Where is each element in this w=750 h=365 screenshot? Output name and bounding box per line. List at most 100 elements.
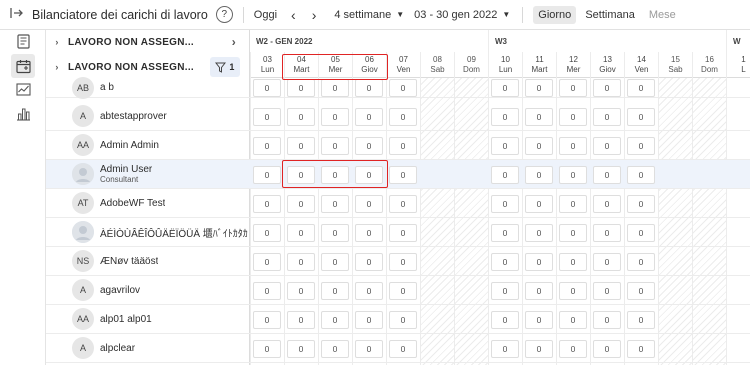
hours-cell[interactable]: 0 (491, 165, 519, 184)
hours-cell[interactable]: 0 (593, 107, 621, 126)
hours-cell[interactable]: 0 (389, 136, 417, 155)
view-month-button[interactable]: Mese (644, 6, 681, 24)
hours-cell[interactable]: 0 (491, 281, 519, 300)
user-cell[interactable]: NS ÆNøv tääöst (46, 247, 250, 275)
hours-cell[interactable]: 0 (525, 281, 553, 300)
hours-cell[interactable]: 0 (287, 79, 315, 97)
hours-cell[interactable]: 0 (389, 79, 417, 97)
user-row[interactable]: AA Admin Admin 0 0 0 0 0 0 0 0 0 0 (46, 131, 750, 160)
hours-cell[interactable]: 0 (389, 165, 417, 184)
user-row[interactable]: ÀÉÌÒÙÂÊÎÔÛÄËÏÖÜÄ 㙺ﾊﾞｲﾄｶﾀｶ 0 0 0 0 0 0 0 0 0 0 (46, 218, 750, 247)
chevron-right-icon[interactable]: › (232, 35, 236, 49)
hours-cell[interactable]: 0 (525, 310, 553, 329)
hours-cell[interactable]: 0 (627, 107, 655, 126)
hours-cell[interactable]: 0 (287, 252, 315, 271)
user-row[interactable]: Aalpclear 0 0 0 0 0 0 0 0 0 0 (46, 334, 750, 363)
user-cell[interactable]: AA Admin Admin (46, 131, 250, 159)
view-day-button[interactable]: Giorno (533, 5, 577, 24)
user-row[interactable]: NS ÆNøv tääöst 0 0 0 0 0 0 0 0 0 0 (46, 247, 750, 276)
hours-cell[interactable]: 0 (389, 310, 417, 329)
hours-cell[interactable]: 0 (559, 252, 587, 271)
hours-cell[interactable]: 0 (321, 136, 349, 155)
hours-cell[interactable]: 0 (253, 339, 281, 358)
hours-cell[interactable]: 0 (627, 223, 655, 242)
hours-cell[interactable]: 0 (627, 79, 655, 97)
next-icon[interactable]: › (312, 7, 317, 23)
hours-cell[interactable]: 0 (525, 107, 553, 126)
hours-cell[interactable]: 0 (287, 310, 315, 329)
hours-cell[interactable]: 0 (525, 136, 553, 155)
today-button[interactable]: Oggi (254, 9, 277, 21)
user-cell[interactable]: AA alp01 alp01 (46, 305, 250, 333)
hours-cell[interactable]: 0 (525, 339, 553, 358)
hours-cell[interactable]: 0 (389, 339, 417, 358)
hours-cell[interactable]: 0 (593, 252, 621, 271)
hours-cell[interactable]: 0 (355, 107, 383, 126)
hours-cell[interactable]: 0 (253, 136, 281, 155)
hours-cell[interactable]: 0 (627, 310, 655, 329)
hours-cell[interactable]: 0 (253, 281, 281, 300)
hours-cell[interactable]: 0 (355, 194, 383, 213)
hours-cell[interactable]: 0 (627, 281, 655, 300)
hours-cell[interactable]: 0 (627, 339, 655, 358)
hours-cell[interactable]: 0 (253, 194, 281, 213)
line-chart-icon[interactable] (14, 80, 32, 98)
hours-cell[interactable]: 0 (355, 136, 383, 155)
hours-cell[interactable]: 0 (253, 310, 281, 329)
previous-icon[interactable]: ‹ (291, 7, 296, 23)
hours-cell[interactable]: 0 (355, 281, 383, 300)
hours-cell[interactable]: 0 (491, 252, 519, 271)
unassigned-work-row[interactable]: › LAVORO NON ASSEGN... 1 (46, 55, 250, 79)
hours-cell[interactable]: 0 (253, 223, 281, 242)
user-row[interactable]: AB a b0000000000 (46, 76, 750, 99)
user-cell[interactable]: AB a b (46, 76, 250, 99)
calendar-icon[interactable] (11, 54, 35, 78)
hours-cell[interactable]: 0 (355, 252, 383, 271)
hours-cell[interactable]: 0 (491, 79, 519, 97)
hours-cell[interactable]: 0 (389, 223, 417, 242)
user-cell[interactable]: Aabtestapprover (46, 102, 250, 130)
hours-cell[interactable]: 0 (355, 339, 383, 358)
hours-cell[interactable]: 0 (525, 165, 553, 184)
hours-cell[interactable]: 0 (321, 281, 349, 300)
hours-cell[interactable]: 0 (593, 194, 621, 213)
filter-button[interactable]: 1 (210, 57, 240, 77)
chevron-right-icon[interactable]: › (46, 62, 68, 72)
hours-cell[interactable]: 0 (491, 194, 519, 213)
user-cell[interactable]: Aalpclear (46, 334, 250, 362)
hours-cell[interactable]: 0 (321, 310, 349, 329)
hours-cell[interactable]: 0 (525, 252, 553, 271)
hours-cell[interactable]: 0 (559, 339, 587, 358)
hours-cell[interactable]: 0 (253, 165, 281, 184)
hours-cell[interactable]: 0 (287, 136, 315, 155)
hours-cell[interactable]: 0 (321, 79, 349, 97)
view-week-button[interactable]: Settimana (580, 6, 640, 24)
user-cell[interactable]: ÀÉÌÒÙÂÊÎÔÛÄËÏÖÜÄ 㙺ﾊﾞｲﾄｶﾀｶ (46, 218, 250, 246)
hours-cell[interactable]: 0 (593, 223, 621, 242)
hours-cell[interactable]: 0 (389, 194, 417, 213)
hours-cell[interactable]: 0 (559, 194, 587, 213)
hours-cell[interactable]: 0 (593, 79, 621, 97)
hours-cell[interactable]: 0 (355, 79, 383, 97)
hours-cell[interactable]: 0 (287, 339, 315, 358)
hours-cell[interactable]: 0 (355, 223, 383, 242)
hours-cell[interactable]: 0 (321, 107, 349, 126)
hours-cell[interactable]: 0 (253, 252, 281, 271)
user-cell[interactable]: AT AdobeWF Test (46, 189, 250, 217)
hours-cell[interactable]: 0 (593, 281, 621, 300)
hours-cell[interactable]: 0 (627, 136, 655, 155)
hours-cell[interactable]: 0 (287, 281, 315, 300)
chevron-right-icon[interactable]: › (46, 37, 68, 47)
hours-cell[interactable]: 0 (559, 310, 587, 329)
help-icon[interactable]: ? (215, 6, 233, 23)
hours-cell[interactable]: 0 (253, 79, 281, 97)
user-row[interactable]: Admin User Consultant 0 0 0 0 0 0 0 0 0 0 (46, 160, 750, 189)
hours-cell[interactable]: 0 (389, 281, 417, 300)
hours-cell[interactable]: 0 (321, 223, 349, 242)
hours-cell[interactable]: 0 (559, 136, 587, 155)
hours-cell[interactable]: 0 (525, 79, 553, 97)
hours-cell[interactable]: 0 (355, 310, 383, 329)
hours-cell[interactable]: 0 (627, 165, 655, 184)
hours-cell[interactable]: 0 (593, 136, 621, 155)
bar-chart-icon[interactable] (14, 104, 32, 122)
